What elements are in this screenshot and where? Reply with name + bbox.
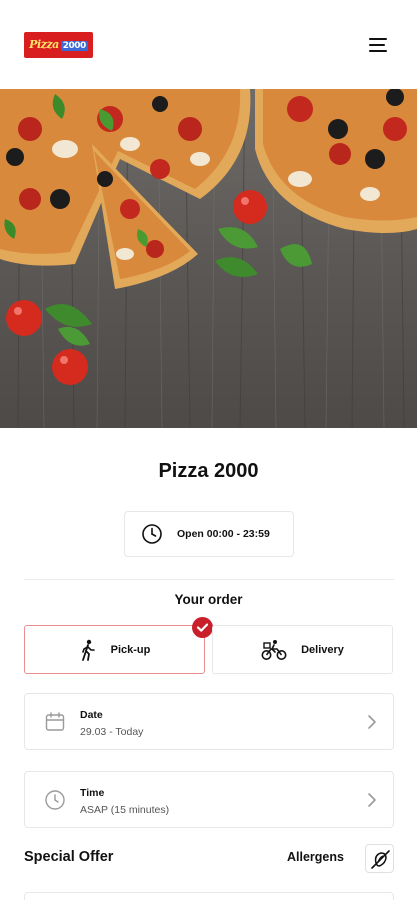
your-order-heading: Your order	[174, 592, 243, 607]
time-label: Time	[80, 787, 105, 799]
selected-check-badge	[192, 617, 213, 638]
allergen-filter-icon	[371, 850, 390, 869]
special-offer-heading: Special Offer	[24, 849, 114, 865]
logo-number: 2000	[60, 41, 88, 51]
pickup-option-button[interactable]: Pick-up	[24, 625, 205, 674]
opening-hours-text: Open 00:00 - 23:59	[177, 528, 270, 540]
logo-text: Pizza	[29, 38, 59, 51]
restaurant-logo[interactable]: Pizza 2000	[24, 32, 93, 58]
date-value: 29.03 - Today	[80, 726, 144, 738]
restaurant-name: Pizza 2000	[158, 460, 259, 482]
chevron-right-icon	[368, 793, 376, 807]
logo-wordmark: Pizza 2000	[24, 32, 93, 58]
calendar-icon	[45, 712, 65, 731]
section-divider	[24, 579, 394, 580]
special-offer-card[interactable]	[24, 892, 394, 900]
app-header: Pizza 2000	[0, 0, 417, 89]
hamburger-menu-icon	[369, 38, 387, 52]
opening-hours-badge: Open 00:00 - 23:59	[124, 511, 294, 557]
hero-image	[0, 89, 417, 428]
check-icon	[196, 623, 209, 632]
time-value: ASAP (15 minutes)	[80, 804, 170, 816]
allergen-filter-button[interactable]	[365, 844, 394, 873]
walking-person-icon	[81, 639, 95, 661]
delivery-option-label: Delivery	[301, 643, 344, 656]
clock-icon	[142, 524, 162, 544]
date-selector[interactable]: Date 29.03 - Today	[24, 693, 394, 750]
pickup-option-label: Pick-up	[110, 643, 151, 656]
hamburger-menu-button[interactable]	[364, 33, 392, 57]
time-selector[interactable]: Time ASAP (15 minutes)	[24, 771, 394, 828]
pizza-hero-illustration	[0, 89, 417, 428]
allergens-link[interactable]: Allergens	[287, 850, 344, 864]
date-label: Date	[80, 709, 103, 721]
clock-icon	[45, 790, 65, 810]
chevron-right-icon	[368, 715, 376, 729]
delivery-option-button[interactable]: Delivery	[212, 625, 393, 674]
bicycle-delivery-icon	[261, 639, 287, 660]
